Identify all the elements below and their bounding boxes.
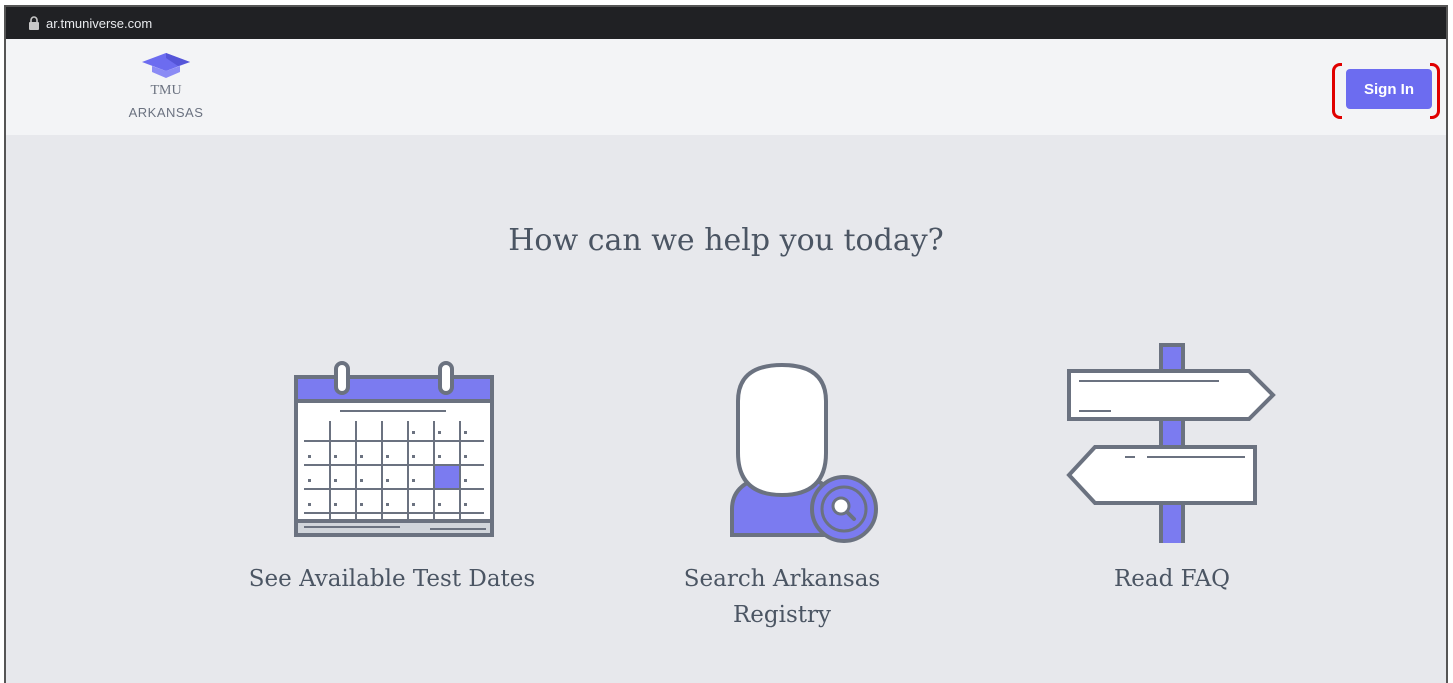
logo-state: ARKANSAS [128, 105, 204, 120]
calendar-icon [294, 361, 494, 537]
url-text: ar.tmuniverse.com [46, 15, 153, 31]
signin-highlight: Sign In [1332, 63, 1440, 121]
card-label-test-dates: See Available Test Dates [248, 566, 536, 592]
site-logo[interactable]: TMU ARKANSAS [118, 51, 214, 120]
page-headline: How can we help you today? [508, 223, 944, 258]
annotation-bracket-left [1332, 63, 1342, 119]
card-search-registry[interactable]: Search Arkansas Registry [632, 343, 932, 633]
graduation-cap-icon [142, 53, 190, 78]
sign-in-button[interactable]: Sign In [1346, 69, 1432, 109]
card-label-read-faq: Read FAQ [1113, 566, 1231, 592]
browser-window: ar.tmuniverse.com TMU ARKANSAS Sign In H… [4, 5, 1448, 683]
card-label-search-registry: Search Arkansas Registry [683, 566, 881, 628]
main-content: How can we help you today? See Available… [6, 135, 1446, 683]
card-read-faq[interactable]: Read FAQ [1022, 343, 1322, 597]
signpost-icon [1066, 343, 1276, 543]
address-bar[interactable]: ar.tmuniverse.com [6, 7, 1446, 39]
logo-abbr: TMU [150, 83, 182, 98]
site-header: TMU ARKANSAS Sign In [6, 39, 1446, 135]
person-search-icon [730, 362, 878, 543]
card-test-dates[interactable]: See Available Test Dates [242, 343, 542, 597]
lock-icon [29, 16, 39, 30]
